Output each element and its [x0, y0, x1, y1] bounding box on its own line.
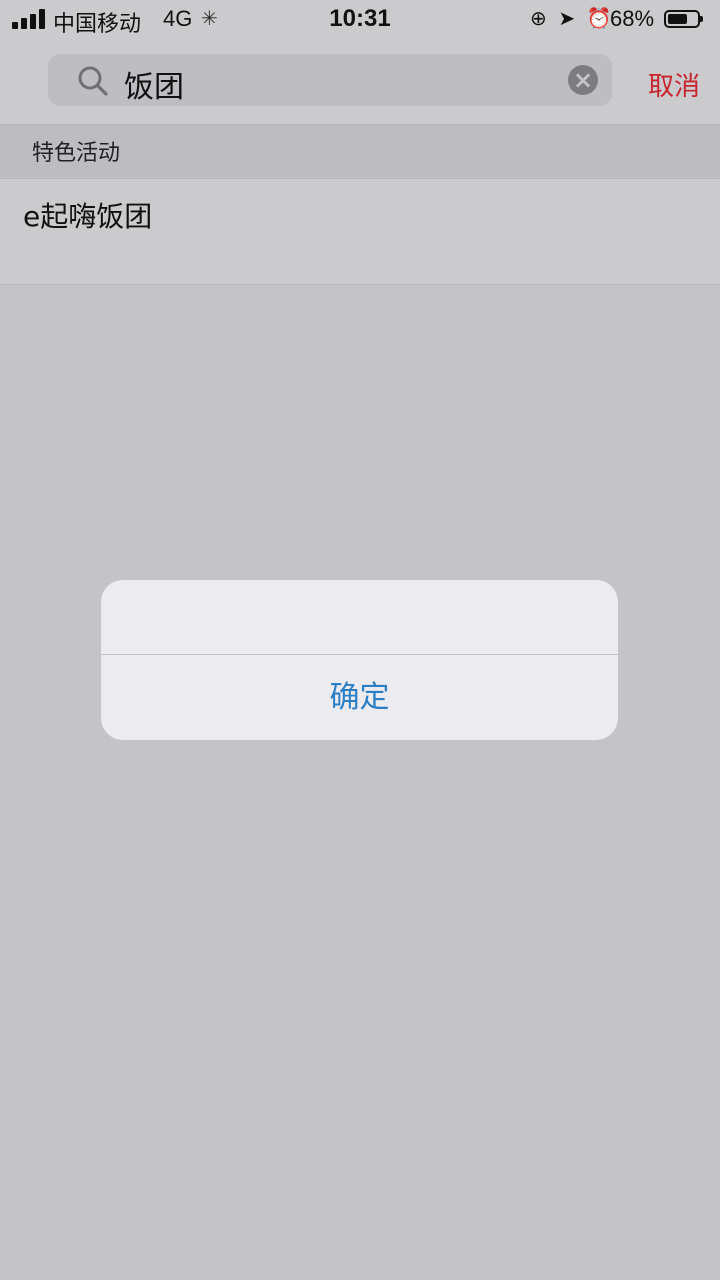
search-icon	[78, 66, 108, 96]
location-arrow-icon: ➤	[558, 8, 576, 30]
section-title: 特色活动	[32, 141, 121, 166]
alert-message	[101, 580, 618, 654]
battery-fill	[668, 14, 687, 24]
alarm-clock-icon: ⏰	[586, 8, 612, 30]
search-bar: 饭团 × 取消	[0, 40, 720, 125]
confirm-button[interactable]: 确定	[101, 655, 618, 740]
alert-dialog: 确定	[101, 580, 618, 740]
battery-percent: 68%	[610, 6, 655, 31]
status-icons: ⊕ ➤ ⏰	[524, 6, 612, 31]
clear-icon[interactable]: ×	[568, 65, 598, 95]
cancel-button[interactable]: 取消	[648, 66, 700, 103]
battery-icon	[664, 10, 703, 28]
list-item[interactable]: e起嗨饭团	[0, 178, 720, 285]
search-query[interactable]: 饭团	[124, 62, 184, 106]
status-bar: 中国移动 4G ✳ 10:31 ⊕ ➤ ⏰ 68%	[0, 0, 720, 40]
orientation-lock-icon: ⊕	[530, 8, 547, 30]
section-header: 特色活动	[0, 125, 720, 177]
list-item-title: e起嗨饭团	[23, 200, 153, 233]
search-input[interactable]: 饭团 ×	[48, 54, 612, 106]
